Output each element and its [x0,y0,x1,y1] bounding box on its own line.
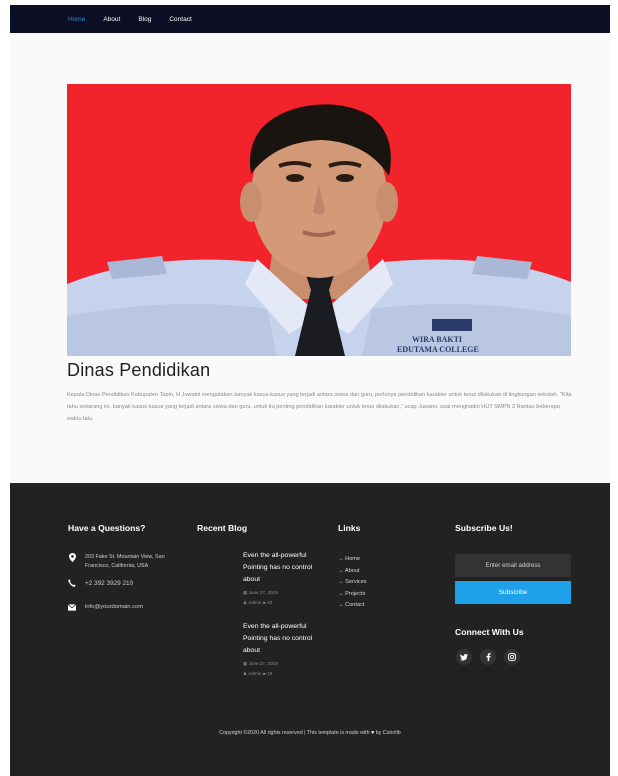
footer-link-contact[interactable]: → Contact [338,600,367,612]
blog-post-author: Admin [248,600,262,605]
facebook-icon[interactable] [480,649,496,665]
comment-icon: ▰ [262,671,267,676]
copyright: Copyright ©2020 All rights reserved | Th… [10,730,610,736]
twitter-icon[interactable] [456,649,472,665]
footer-links: → Home → About → Services → Projects → C… [338,554,367,612]
envelope-icon [68,603,76,611]
blog-post-title[interactable]: Even the all-powerful Pointing has no co… [243,621,323,657]
instagram-icon[interactable] [504,649,520,665]
phone-text[interactable]: +2 392 3929 210 [85,579,133,588]
subscribe-heading: Subscribe Us! [455,523,513,533]
questions-heading: Have a Questions? [68,523,146,533]
blog-post-date-text: June 27, 2019 [248,590,278,595]
blog-post-meta: ♟ Admin ▰ 19 [243,598,323,608]
user-icon: ♟ [243,600,248,605]
email-text[interactable]: info@yourdomain.com [85,603,143,612]
connect-heading: Connect With Us [455,627,524,637]
blog-post: Even the all-powerful Pointing has no co… [243,621,323,679]
address-row: 203 Fake St. Mountain View, San Francisc… [68,552,185,571]
user-icon: ♟ [243,671,248,676]
footer-link-home[interactable]: → Home [338,554,367,566]
phone-row: +2 392 3929 210 [68,579,133,588]
comment-icon: ▰ [262,600,267,605]
copyright-text: Copyright ©2020 All rights reserved | Th… [219,730,370,736]
footer-link-services[interactable]: → Services [338,577,367,589]
blog-post-comments: 19 [267,671,273,676]
address-text: 203 Fake St. Mountain View, San Francisc… [85,554,165,569]
links-heading: Links [338,523,361,533]
heart-icon: ♥ [371,730,375,736]
blog-post-date: ▦ June 27, 2019 [243,588,323,598]
colorlib-link[interactable]: by Colorlib [376,730,401,736]
blog-post-meta: ♟ Admin ▰ 19 [243,669,323,679]
blog-post-comments: 19 [267,600,273,605]
email-row: info@yourdomain.com [68,603,143,612]
calendar-icon: ▦ [243,590,248,595]
blog-post-author: Admin [248,671,262,676]
footer-link-projects[interactable]: → Projects [338,589,367,601]
recent-blog-heading: Recent Blog [197,523,248,533]
blog-post-title[interactable]: Even the all-powerful Pointing has no co… [243,550,323,586]
blog-post-date: ▦ June 27, 2019 [243,659,323,669]
map-pin-icon [68,552,76,562]
phone-icon [68,579,76,587]
subscribe-email-input[interactable]: Enter email address [455,554,571,577]
calendar-icon: ▦ [243,661,248,666]
footer-link-about[interactable]: → About [338,566,367,578]
subscribe-button[interactable]: Subscribe [455,581,571,604]
blog-post-date-text: June 27, 2019 [248,661,278,666]
blog-post: Even the all-powerful Pointing has no co… [243,550,323,608]
